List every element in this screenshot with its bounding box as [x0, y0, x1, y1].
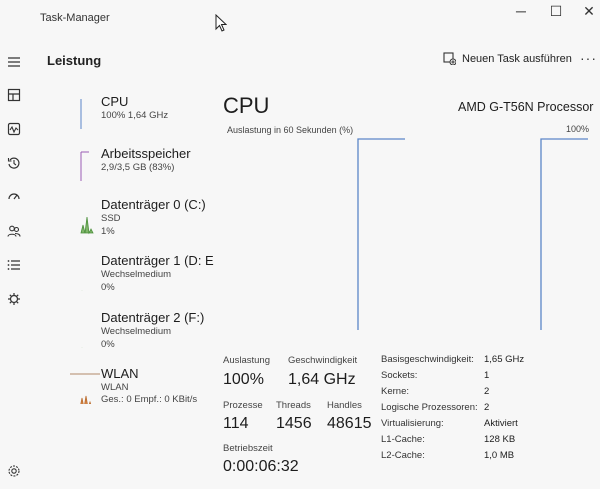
sidebar-item-disk2[interactable]: Datenträger 2 (F:) Wechselmedium 0% — [70, 310, 220, 362]
new-task-icon — [443, 52, 456, 65]
info-value: 2 — [484, 386, 490, 397]
sidebar-item-label: CPU — [101, 94, 129, 109]
sidebar-item-detail: 100% 1,64 GHz — [101, 110, 169, 121]
sidebar-item-label: Datenträger 1 (D: E — [101, 253, 214, 268]
sidebar-item-detail: SSD — [101, 213, 121, 224]
sidebar-item-detail: 1% — [101, 226, 115, 237]
performance-icon[interactable] — [4, 119, 24, 139]
handles-label: Handles — [327, 400, 362, 411]
app-title: Task-Manager — [40, 12, 110, 24]
sidebar-item-disk1[interactable]: Datenträger 1 (D: E Wechselmedium 0% — [70, 253, 220, 305]
sidebar-item-detail: 0% — [101, 339, 115, 350]
info-label: Virtualisierung: — [381, 418, 444, 429]
disk1-mini-graph — [81, 290, 83, 291]
sidebar-item-wlan[interactable]: WLAN WLAN Ges.: 0 Empf.: 0 KBit/s — [70, 366, 220, 418]
close-button[interactable]: ✕ — [576, 2, 600, 20]
core-graph-2 — [540, 138, 588, 330]
info-label: L2-Cache: — [381, 450, 425, 461]
startup-icon[interactable] — [4, 187, 24, 207]
sidebar-item-detail: 2,9/3,5 GB (83%) — [101, 162, 175, 173]
sidebar-item-detail: Wechselmedium — [101, 326, 172, 337]
sidebar-item-label: Datenträger 2 (F:) — [101, 310, 205, 325]
sidebar-item-label: Datenträger 0 (C:) — [101, 197, 206, 212]
handles-value: 48615 — [327, 415, 372, 432]
processes-value: 114 — [223, 415, 249, 432]
info-label: Logische Prozessoren: — [381, 402, 478, 413]
info-value: 1,0 MB — [484, 450, 515, 461]
info-value: 1,65 GHz — [484, 354, 525, 365]
speed-label: Geschwindigkeit — [288, 355, 358, 366]
info-label: L1-Cache: — [381, 434, 425, 445]
info-value: Aktiviert — [484, 418, 518, 429]
more-options-button[interactable]: ··· — [580, 50, 597, 66]
uptime-value: 0:00:06:32 — [223, 458, 299, 475]
title-bar: Task-Manager ─ ☐ ✕ — [0, 0, 600, 34]
utilization-label: Auslastung — [223, 355, 271, 366]
sidebar-item-memory[interactable]: Arbeitsspeicher 2,9/3,5 GB (83%) — [70, 146, 220, 198]
sidebar-item-label: Arbeitsspeicher — [101, 146, 191, 161]
history-icon[interactable] — [4, 153, 24, 173]
info-value: 2 — [484, 402, 490, 413]
info-label: Kerne: — [381, 386, 409, 397]
info-label: Basisgeschwindigkeit: — [381, 354, 474, 365]
new-task-button[interactable]: Neuen Task ausführen — [443, 52, 572, 65]
cpu-mini-graph — [80, 99, 82, 129]
uptime-label: Betriebszeit — [223, 443, 273, 454]
info-value: 128 KB — [484, 434, 516, 445]
speed-value: 1,64 GHz — [288, 371, 356, 388]
settings-icon[interactable] — [4, 461, 24, 481]
services-icon[interactable] — [4, 289, 24, 309]
info-value: 1 — [484, 370, 490, 381]
sidebar-item-detail: WLAN — [101, 382, 129, 393]
disk2-mini-graph — [81, 347, 83, 348]
wlan-mini-graph — [70, 373, 100, 404]
threads-label: Threads — [276, 400, 311, 411]
threads-value: 1456 — [276, 415, 312, 432]
info-label: Sockets: — [381, 370, 418, 381]
nav-rail — [0, 34, 30, 489]
sidebar-item-detail: 0% — [101, 282, 115, 293]
section-title: Leistung — [47, 53, 102, 68]
utilization-value: 100% — [223, 371, 264, 388]
sidebar-item-disk0[interactable]: Datenträger 0 (C:) SSD 1% — [70, 197, 220, 249]
menu-icon[interactable] — [4, 52, 24, 72]
sidebar-item-cpu[interactable]: CPU 100% 1,64 GHz — [70, 94, 220, 146]
core-graph-1 — [357, 138, 405, 330]
new-task-label: Neuen Task ausführen — [462, 52, 572, 65]
sidebar-item-label: WLAN — [101, 366, 139, 381]
minimize-button[interactable]: ─ — [508, 2, 534, 20]
disk0-mini-graph — [80, 216, 94, 235]
users-icon[interactable] — [4, 221, 24, 241]
graph-label: Auslastung in 60 Sekunden (%) — [227, 125, 354, 135]
details-icon[interactable] — [4, 255, 24, 275]
page-title: CPU — [223, 93, 270, 118]
maximize-button[interactable]: ☐ — [543, 2, 569, 20]
memory-mini-graph — [80, 151, 89, 181]
processes-label: Prozesse — [223, 400, 263, 411]
cpu-model: AMD G-T56N Processor — [458, 100, 594, 114]
processes-icon[interactable] — [4, 85, 24, 105]
sidebar-item-detail: Wechselmedium — [101, 269, 172, 280]
graph-max-label: 100% — [566, 124, 590, 134]
mouse-cursor-icon — [215, 14, 227, 32]
sidebar-item-detail: Ges.: 0 Empf.: 0 KBit/s — [101, 394, 198, 405]
